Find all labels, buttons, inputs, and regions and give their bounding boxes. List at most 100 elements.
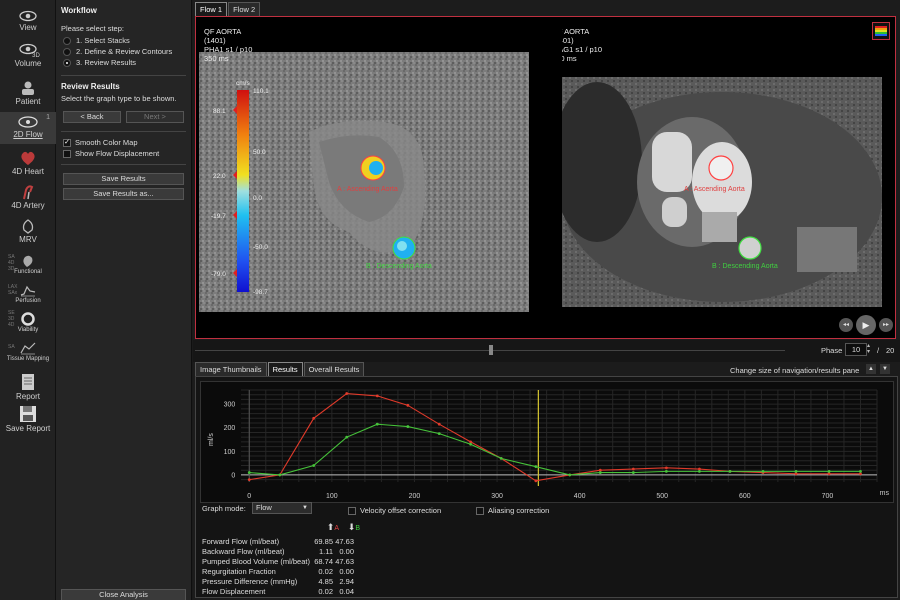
patient-icon [22, 81, 34, 95]
data-point-a[interactable] [534, 479, 538, 483]
save-results-as-button[interactable]: Save Results as... [63, 188, 184, 200]
volume-tool[interactable]: 3D Volume [0, 43, 56, 68]
flow-chart[interactable]: 0 100 200 300 400 500 600 700 0 100 200 300 ms ml/s [200, 381, 894, 503]
data-point-b[interactable] [375, 422, 379, 426]
data-point-b[interactable] [698, 469, 701, 473]
color-map-button[interactable] [872, 22, 890, 40]
data-point-b[interactable] [437, 432, 441, 436]
tab-results[interactable]: Results [267, 362, 303, 376]
close-analysis-button[interactable]: Close Analysis [61, 589, 186, 600]
data-point-a[interactable] [375, 394, 379, 398]
artery-4d-tool[interactable]: 4D Artery [0, 184, 56, 210]
data-point-b[interactable] [534, 465, 538, 469]
data-point-a[interactable] [312, 416, 316, 420]
data-point-b[interactable] [568, 473, 572, 477]
step-radio[interactable] [63, 36, 71, 45]
heart-icon [21, 151, 35, 165]
data-point-b[interactable] [728, 469, 732, 473]
save-disk-icon [20, 406, 36, 422]
step-define-contours[interactable]: 2. Define & Review Contours [63, 47, 186, 56]
x-tick-label: 400 [574, 493, 586, 500]
perfusion-tool[interactable]: Perfusion [0, 283, 56, 304]
data-point-b[interactable] [499, 457, 503, 460]
data-point-a[interactable] [631, 467, 635, 471]
view-tool[interactable]: View [0, 10, 56, 32]
roi-a-label-mag[interactable]: A : Ascending Aorta [684, 185, 745, 194]
data-point-b[interactable] [631, 471, 635, 474]
x-tick-label: 600 [739, 493, 751, 500]
workflow-prompt: Please select step: [61, 24, 124, 33]
heart-4d-tool[interactable]: 4D Heart [0, 150, 56, 176]
phase-image[interactable] [199, 22, 529, 332]
data-point-b[interactable] [312, 464, 316, 467]
y-tick-label: 300 [224, 402, 236, 409]
roi-b-label[interactable]: B : Descending Aorta [366, 262, 432, 271]
viability-tool[interactable]: Viability [0, 312, 56, 333]
velocity-offset-checkbox[interactable]: Velocity offset correction [348, 506, 441, 515]
table-header: ⬆A ⬇B [318, 522, 360, 533]
back-button[interactable]: < Back [63, 111, 121, 123]
y-tick-label: 200 [224, 425, 236, 432]
tab-flow-1[interactable]: Flow 1 [195, 2, 228, 16]
phase-image-pane[interactable]: QF AORTA (1401) PHA1 s1 / p10 350 ms cm/s 1… [199, 22, 529, 332]
roi-a-label[interactable]: A : Ascending Aorta [337, 185, 398, 194]
smooth-color-map-checkbox[interactable]: ✓ Smooth Color Map [63, 138, 184, 147]
roi-b-label-mag[interactable]: B : Descending Aorta [712, 262, 778, 271]
data-point-b[interactable] [794, 469, 798, 473]
data-point-a[interactable] [247, 478, 251, 482]
step-select-stacks[interactable]: 1. Select Stacks [63, 36, 186, 45]
phase-input[interactable]: 10 [845, 343, 867, 356]
colorbar-marker-3[interactable]: -19.7 [211, 212, 226, 221]
colorbar-marker-4[interactable]: -79.0 [211, 270, 226, 279]
flow-chart-svg[interactable]: 0 100 200 300 400 500 600 700 0 100 200 300 ms ml/s [201, 382, 895, 504]
phase-overlay-info: QF AORTA (1401) PHA1 s1 / p10 350 ms [204, 27, 253, 63]
data-point-b[interactable] [664, 469, 668, 473]
data-point-a[interactable] [406, 403, 410, 407]
step-radio-selected[interactable] [63, 58, 71, 67]
report-tool[interactable]: Report [0, 373, 56, 401]
step-radio[interactable] [63, 47, 71, 56]
show-flow-displacement-checkbox[interactable]: Show Flow Displacement [63, 149, 184, 158]
rewind-icon[interactable]: ◂◂ [839, 318, 853, 332]
graph-mode-select[interactable]: Flow ▼ [252, 502, 312, 514]
data-point-b[interactable] [469, 442, 473, 446]
data-point-a[interactable] [437, 422, 441, 426]
image-viewer[interactable]: QF AORTA (1401) PHA1 s1 / p10 350 ms cm/s 1… [195, 16, 896, 339]
data-point-b[interactable] [247, 471, 251, 474]
mrv-tool[interactable]: MRV [0, 218, 56, 244]
functional-tool[interactable]: Functional [0, 254, 56, 275]
tissue-mapping-tool[interactable]: Tissue Mapping [0, 341, 56, 362]
data-point-b[interactable] [761, 469, 765, 473]
data-point-b[interactable] [278, 473, 282, 477]
data-point-b[interactable] [406, 425, 410, 428]
data-point-b[interactable] [827, 469, 831, 473]
flow-2d-tool[interactable]: 1 2D Flow [0, 112, 56, 144]
magnitude-image-pane[interactable]: QF AORTA(1401)MAG1 s1 / p10350 ms A : As… [562, 22, 892, 332]
collapse-down-icon[interactable]: ▼ [880, 364, 890, 374]
step-review-results[interactable]: 3. Review Results [63, 58, 186, 67]
tab-image-thumbnails[interactable]: Image Thumbnails [195, 362, 267, 376]
data-point-b[interactable] [859, 469, 862, 473]
phase-spin-arrows[interactable]: ▴ ▾ [867, 343, 870, 355]
data-point-b[interactable] [598, 471, 602, 474]
tab-flow-2[interactable]: Flow 2 [228, 2, 261, 16]
aliasing-correction-checkbox[interactable]: Aliasing correction [476, 506, 549, 515]
save-results-button[interactable]: Save Results [63, 173, 184, 185]
collapse-up-icon[interactable]: ▲ [866, 364, 876, 374]
save-report-tool[interactable]: Save Report [0, 405, 56, 433]
x-tick-label: 500 [656, 493, 668, 500]
data-point-b[interactable] [345, 435, 349, 439]
viability-label: Viability [17, 327, 39, 333]
graph-mode-label: Graph mode: [202, 504, 246, 513]
tab-overall-results[interactable]: Overall Results [303, 362, 365, 376]
fast-forward-icon[interactable]: ▸▸ [879, 318, 893, 332]
phase-slider-handle[interactable] [489, 345, 493, 355]
colorbar-marker-1[interactable]: 88.1 [213, 107, 226, 116]
magnitude-image[interactable] [562, 22, 892, 332]
patient-tool[interactable]: Patient [0, 80, 56, 106]
data-point-a[interactable] [345, 392, 349, 395]
data-point-a[interactable] [664, 466, 668, 470]
colorbar-marker-2[interactable]: 22.0 [213, 172, 226, 181]
play-icon[interactable]: ▶ [856, 315, 876, 335]
next-button[interactable]: Next > [126, 111, 184, 123]
